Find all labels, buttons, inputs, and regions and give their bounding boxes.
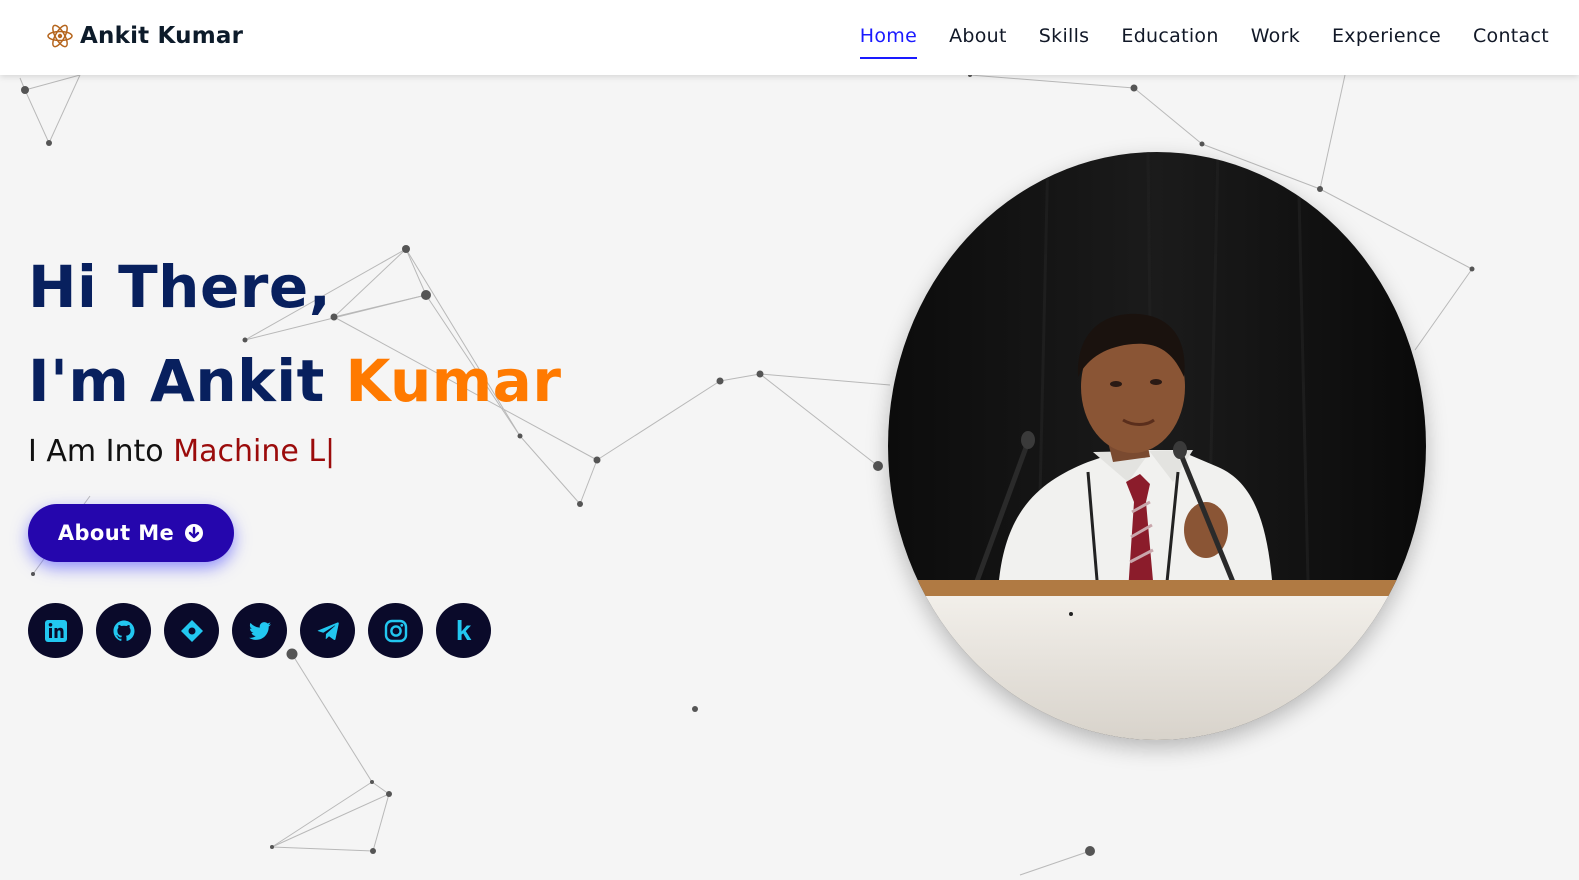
hero-intro-line: I'm Ankit Kumar bbox=[28, 334, 561, 428]
arrow-down-circle-icon bbox=[185, 524, 204, 542]
nav-home[interactable]: Home bbox=[844, 18, 933, 59]
typed-prefix: I Am Into bbox=[28, 434, 164, 469]
nav-experience[interactable]: Experience bbox=[1316, 18, 1457, 58]
diamond-link[interactable] bbox=[164, 603, 219, 658]
k-link[interactable]: k bbox=[436, 603, 491, 658]
k-icon: k bbox=[455, 614, 472, 646]
nav-contact[interactable]: Contact bbox=[1457, 18, 1565, 58]
instagram-icon bbox=[384, 619, 407, 642]
linkedin-link[interactable] bbox=[28, 603, 83, 658]
main-nav: Home About Skills Education Work Experie… bbox=[844, 18, 1565, 59]
typed-role: Machine L bbox=[173, 434, 326, 469]
linkedin-icon bbox=[44, 619, 67, 642]
telegram-link[interactable] bbox=[300, 603, 355, 658]
hero-name-highlight: Kumar bbox=[345, 347, 562, 415]
social-links: k bbox=[28, 603, 491, 658]
nav-work[interactable]: Work bbox=[1235, 18, 1316, 58]
hero-heading: Hi There, I'm Ankit Kumar bbox=[28, 240, 561, 428]
nav-skills[interactable]: Skills bbox=[1023, 18, 1106, 58]
diamond-icon bbox=[180, 619, 203, 642]
brand-name: Ankit Kumar bbox=[80, 23, 244, 49]
twitter-link[interactable] bbox=[232, 603, 287, 658]
hero-greeting: Hi There, bbox=[28, 253, 332, 321]
top-navbar: Ankit Kumar Home About Skills Education … bbox=[0, 0, 1579, 75]
nav-education[interactable]: Education bbox=[1105, 18, 1234, 58]
about-me-label: About Me bbox=[57, 521, 175, 545]
nav-about[interactable]: About bbox=[933, 18, 1023, 58]
github-icon bbox=[113, 620, 134, 641]
typed-caret: | bbox=[325, 434, 336, 469]
hero-intro: I'm Ankit bbox=[28, 347, 325, 415]
atom-icon bbox=[47, 24, 73, 48]
about-me-button[interactable]: About Me bbox=[28, 504, 234, 562]
telegram-icon bbox=[317, 621, 339, 640]
twitter-icon bbox=[248, 621, 271, 640]
github-link[interactable] bbox=[96, 603, 151, 658]
speaker-photo-illustration bbox=[888, 152, 1426, 740]
instagram-link[interactable] bbox=[368, 603, 423, 658]
brand-logo[interactable]: Ankit Kumar bbox=[46, 18, 243, 54]
profile-photo bbox=[888, 152, 1426, 740]
typed-role-line: I Am Into Machine L| bbox=[28, 434, 335, 469]
